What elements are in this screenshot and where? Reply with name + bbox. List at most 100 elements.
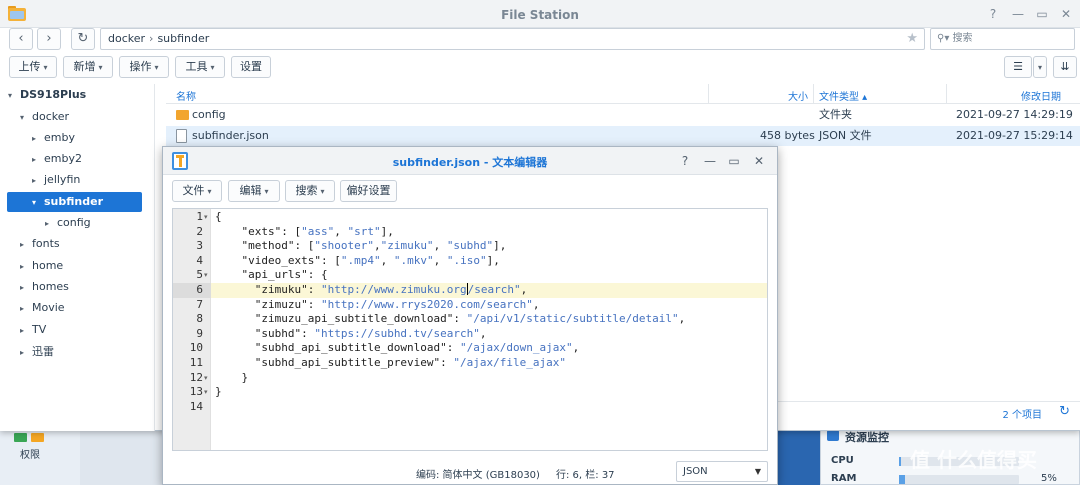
code-line[interactable]: { (215, 210, 222, 223)
search-input[interactable]: ⚲▾ 搜索 (930, 28, 1075, 50)
sidebar-item-movie[interactable]: ▸ Movie (20, 298, 65, 318)
action-button[interactable]: 操作 ▾ (119, 56, 169, 78)
chevron-right-icon[interactable]: ▸ (32, 150, 44, 170)
list-view-button[interactable]: ☰ (1004, 56, 1032, 78)
fold-toggle-icon[interactable]: ▾ (204, 388, 208, 396)
table-row[interactable]: config 文件夹 2021-09-27 14:29:19 (166, 105, 1080, 125)
fold-toggle-icon[interactable]: ▾ (204, 374, 208, 382)
code-line[interactable]: } (215, 371, 248, 384)
refresh-icon[interactable]: ↻ (1059, 404, 1070, 419)
chevron-right-icon[interactable]: ▸ (32, 171, 44, 191)
code-line[interactable]: "video_exts": [".mp4", ".mkv", ".iso"], (215, 254, 499, 267)
sidebar-item-迅雷[interactable]: ▸ 迅雷 (20, 342, 54, 362)
fold-toggle-icon[interactable]: ▾ (204, 213, 208, 221)
line-number: 11 (189, 356, 203, 369)
code-line[interactable]: "method": ["shooter","zimuku", "subhd"], (215, 239, 506, 252)
close-icon[interactable]: ✕ (751, 153, 767, 169)
chevron-right-icon[interactable]: ▸ (20, 257, 32, 277)
chevron-right-icon[interactable]: ▸ (20, 235, 32, 255)
file-station-titlebar[interactable]: File Station ? — ▭ ✕ (0, 0, 1080, 28)
table-row[interactable]: subfinder.json 458 bytes JSON 文件 2021-09… (166, 126, 1080, 146)
favorite-star-icon[interactable]: ★ (906, 29, 918, 49)
edit-menu-button[interactable]: 编辑 ▾ (228, 180, 280, 202)
column-type[interactable]: 文件类型 ▴ (819, 88, 867, 103)
help-icon[interactable]: ? (985, 6, 1001, 22)
chevron-right-icon[interactable]: ▸ (20, 299, 32, 319)
cpu-label: CPU (831, 455, 854, 466)
app-tile-icon[interactable] (14, 433, 27, 442)
code-line[interactable]: "zimuku": "http://www.zimuku.org/search"… (215, 283, 527, 296)
chevron-down-icon: ▾ (154, 63, 159, 72)
path-bar[interactable]: docker › subfinder ★ (100, 28, 925, 50)
language-select[interactable]: JSON ▼ (676, 461, 768, 482)
minimize-icon[interactable]: — (702, 153, 718, 169)
sidebar-item-emby[interactable]: ▸ emby (32, 128, 75, 148)
chevron-right-icon[interactable]: ▸ (45, 214, 57, 234)
file-size: 458 bytes (760, 129, 815, 142)
sidebar-item-label: home (32, 259, 64, 272)
help-icon[interactable]: ? (677, 153, 693, 169)
folder-icon (176, 110, 189, 120)
app-tile-icon[interactable] (31, 433, 44, 442)
preferences-button[interactable]: 偏好设置 (340, 180, 397, 202)
ram-bar-fill (899, 475, 905, 484)
chevron-right-icon[interactable]: ▸ (20, 278, 32, 298)
code-line[interactable]: "exts": ["ass", "srt"], (215, 225, 393, 238)
code-line[interactable]: "api_urls": { (215, 268, 327, 281)
upload-button[interactable]: 上传 ▾ (9, 56, 57, 78)
chevron-down-icon: ▾ (98, 63, 103, 72)
file-modified: 2021-09-27 15:29:14 (956, 129, 1073, 142)
sidebar-item-fonts[interactable]: ▸ fonts (20, 234, 60, 254)
sidebar-item-label: config (57, 216, 91, 229)
code-line[interactable]: "subhd": "https://subhd.tv/search", (215, 327, 487, 340)
maximize-icon[interactable]: ▭ (1034, 6, 1050, 22)
editor-titlebar[interactable]: subfinder.json - 文本编辑器 ? — ▭ ✕ (163, 147, 777, 175)
sidebar-item-home[interactable]: ▸ home (20, 256, 63, 276)
column-size[interactable]: 大小 (788, 88, 808, 103)
sidebar-item-config[interactable]: ▸ config (45, 213, 91, 233)
file-modified: 2021-09-27 14:29:19 (956, 108, 1073, 121)
list-view-icon: ☰ (1013, 60, 1023, 73)
code-line[interactable]: } (215, 385, 222, 398)
column-modified[interactable]: 修改日期 (1021, 88, 1061, 103)
refresh-button[interactable]: ↻ (71, 28, 95, 50)
close-icon[interactable]: ✕ (1058, 6, 1074, 22)
sidebar-item-jellyfin[interactable]: ▸ jellyfin (32, 170, 80, 190)
code-line[interactable]: "zimuzu_api_subtitle_download": "/api/v1… (215, 312, 685, 325)
file-menu-button[interactable]: 文件 ▾ (172, 180, 222, 202)
code-editor[interactable]: 1 ▾ 2 3 4 5 ▾ 6 7 8 9 10 11 12 ▾ 13 ▾ 14{ "exts": ["ass",… (172, 208, 768, 451)
sidebar-item-tv[interactable]: ▸ TV (20, 320, 46, 340)
sort-button[interactable]: ⇊ (1053, 56, 1077, 78)
chevron-right-icon[interactable]: ▸ (32, 129, 44, 149)
chevron-down-icon[interactable]: ▾ (8, 86, 20, 106)
sidebar-item-emby2[interactable]: ▸ emby2 (32, 149, 82, 169)
chevron-right-icon[interactable]: ▸ (20, 321, 32, 341)
chevron-down-icon[interactable]: ▾ (20, 108, 32, 128)
back-button[interactable]: ‹ (9, 28, 33, 50)
code-line[interactable]: "subhd_api_subtitle_download": "/ajax/do… (215, 341, 580, 354)
breadcrumb-subfinder[interactable]: subfinder (157, 32, 209, 45)
breadcrumb-docker[interactable]: docker (108, 32, 145, 45)
desktop-app-strip: 权限 (0, 428, 80, 485)
minimize-icon[interactable]: — (1010, 6, 1026, 22)
line-number: 3 (196, 239, 203, 253)
sidebar-item-subfinder[interactable]: ▾ subfinder (7, 192, 142, 212)
create-button[interactable]: 新增 ▾ (63, 56, 113, 78)
sidebar-item-docker[interactable]: ▾ docker (20, 107, 69, 127)
chevron-down-icon[interactable]: ▾ (32, 193, 44, 213)
fold-toggle-icon[interactable]: ▾ (204, 271, 208, 279)
sidebar-item-ds918plus[interactable]: ▾ DS918Plus (8, 85, 86, 105)
forward-button[interactable]: › (37, 28, 61, 50)
line-number: 1 (196, 210, 203, 223)
file-name: subfinder.json (192, 129, 269, 142)
tools-button[interactable]: 工具 ▾ (175, 56, 225, 78)
code-line[interactable]: "zimuzu": "http://www.rrys2020.com/searc… (215, 298, 540, 311)
sidebar-item-homes[interactable]: ▸ homes (20, 277, 69, 297)
view-dropdown-button[interactable]: ▾ (1033, 56, 1047, 78)
settings-button[interactable]: 设置 (231, 56, 271, 78)
code-line[interactable]: "subhd_api_subtitle_preview": "/ajax/fil… (215, 356, 566, 369)
column-name[interactable]: 名称 (176, 88, 196, 103)
chevron-right-icon[interactable]: ▸ (20, 343, 32, 363)
search-menu-button[interactable]: 搜索 ▾ (285, 180, 335, 202)
maximize-icon[interactable]: ▭ (726, 153, 742, 169)
